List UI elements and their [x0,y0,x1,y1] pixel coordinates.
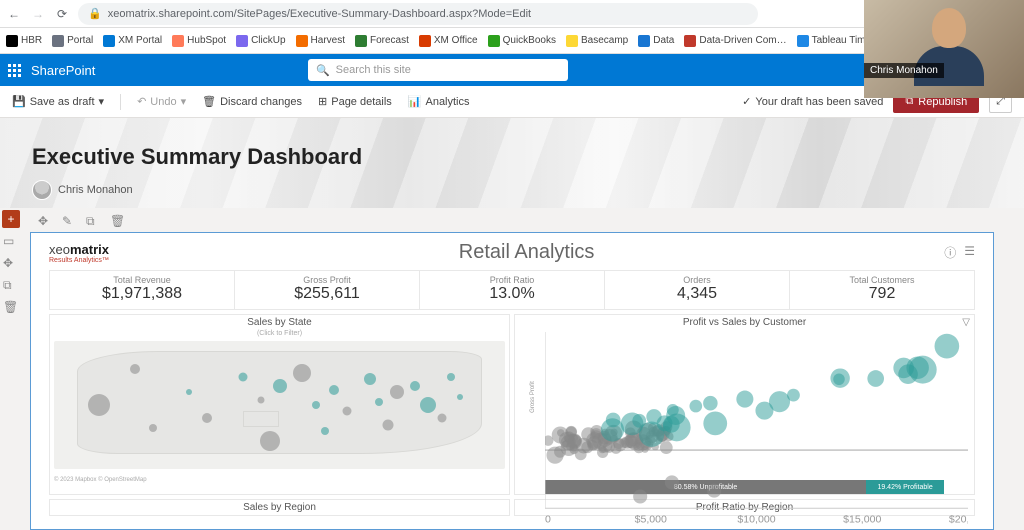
video-thumbnail[interactable]: Chris Monahon [864,0,1024,98]
y-axis-label: Gross Profit [530,381,536,413]
tableau-webpart[interactable]: xeomatrix Results Analytics™ Retail Anal… [30,232,994,530]
bookmark-item[interactable]: HubSpot [172,35,226,47]
dashboard-logo: xeomatrix Results Analytics™ [49,242,109,264]
settings-icon[interactable]: ☰ [964,244,975,261]
undo-button[interactable]: ↶ Undo ▾ [137,95,186,108]
app-launcher-icon[interactable] [8,64,21,77]
url-bar[interactable]: 🔒 xeomatrix.sharepoint.com/SitePages/Exe… [78,3,758,25]
filter-icon[interactable]: ▽ [962,317,970,328]
bookmark-item[interactable]: Harvest [296,35,345,47]
bookmark-item[interactable]: Data-Driven Com… [684,35,786,47]
kpi-row: Total Revenue$1,971,388Gross Profit$255,… [49,270,975,310]
analytics-button[interactable]: 📊 Analytics [408,95,470,108]
webpart-toolbar: ✥ ✎ ⧉ 🗑 [30,208,994,232]
bookmark-item[interactable]: XM Portal [103,35,162,47]
delete-icon[interactable]: 🗑 [3,300,19,316]
bookmark-item[interactable]: QuickBooks [488,35,556,47]
author-name: Chris Monahon [58,184,133,196]
reload-button[interactable]: ⟳ [54,6,70,22]
search-icon: 🔍 [316,64,330,77]
discard-icon: 🗑 [202,95,216,108]
bookmark-item[interactable]: Basecamp [566,35,628,47]
analytics-icon: 📊 [408,95,422,108]
bookmark-item[interactable]: ClickUp [236,35,285,47]
author-avatar [32,180,52,200]
app-name[interactable]: SharePoint [31,63,95,78]
profit-vs-sales-scatter[interactable]: ▽ Profit vs Sales by Customer $0$5,000$1… [514,314,975,495]
kpi-card[interactable]: Total Revenue$1,971,388 [50,271,235,309]
kpi-card[interactable]: Total Customers792 [790,271,974,309]
bookmark-item[interactable]: Data [638,35,674,47]
chevron-down-icon: ▾ [99,95,105,108]
copy-icon[interactable]: ⧉ [3,278,19,294]
page-details-button[interactable]: ⊞ Page details [318,95,392,108]
delete-icon[interactable]: 🗑 [110,214,124,228]
edit-icon[interactable]: ✎ [62,214,76,228]
bookmark-item[interactable]: Portal [52,35,93,47]
kpi-card[interactable]: Profit Ratio13.0% [420,271,605,309]
search-input[interactable]: 🔍 Search this site [308,59,568,81]
dashboard-title: Retail Analytics [109,241,944,264]
presenter-name: Chris Monahon [864,63,944,78]
info-icon[interactable]: ⓘ [944,244,956,261]
undo-icon: ↶ [137,95,146,108]
bookmark-item[interactable]: XM Office [419,35,478,47]
back-button[interactable]: ← [6,6,22,22]
page-header: Executive Summary Dashboard Chris Monaho… [0,118,1024,208]
save-icon: 💾 [12,95,26,108]
add-section-button[interactable]: + [2,210,20,228]
save-draft-button[interactable]: 💾 Save as draft ▾ [12,95,104,108]
edit-icon[interactable]: ▭ [3,234,19,250]
move-icon[interactable]: ✥ [3,256,19,272]
lock-icon: 🔒 [88,7,102,20]
move-icon[interactable]: ✥ [38,214,52,228]
page-title[interactable]: Executive Summary Dashboard [32,144,1024,170]
check-icon: ✓ [742,95,751,108]
bookmark-item[interactable]: Forecast [355,35,409,47]
map-attribution: © 2023 Mapbox © OpenStreetMap [54,477,147,483]
forward-button[interactable]: → [30,6,46,22]
kpi-card[interactable]: Gross Profit$255,611 [235,271,420,309]
bookmark-item[interactable]: HBR [6,35,42,47]
kpi-card[interactable]: Orders4,345 [605,271,790,309]
discard-button[interactable]: 🗑 Discard changes [202,95,302,108]
sales-by-region-header[interactable]: Sales by Region [49,499,510,516]
draft-status: ✓ Your draft has been saved [742,95,883,108]
scatter-plot: $0$5,000$10,000$15,000$20,000($5,000)$0$… [545,332,968,530]
url-text: xeomatrix.sharepoint.com/SitePages/Execu… [108,8,531,20]
duplicate-icon[interactable]: ⧉ [86,214,100,228]
chevron-down-icon: ▾ [181,95,187,108]
details-icon: ⊞ [318,95,327,108]
sales-by-state-map[interactable]: Sales by State (Click to Filter) © 2023 … [49,314,510,495]
